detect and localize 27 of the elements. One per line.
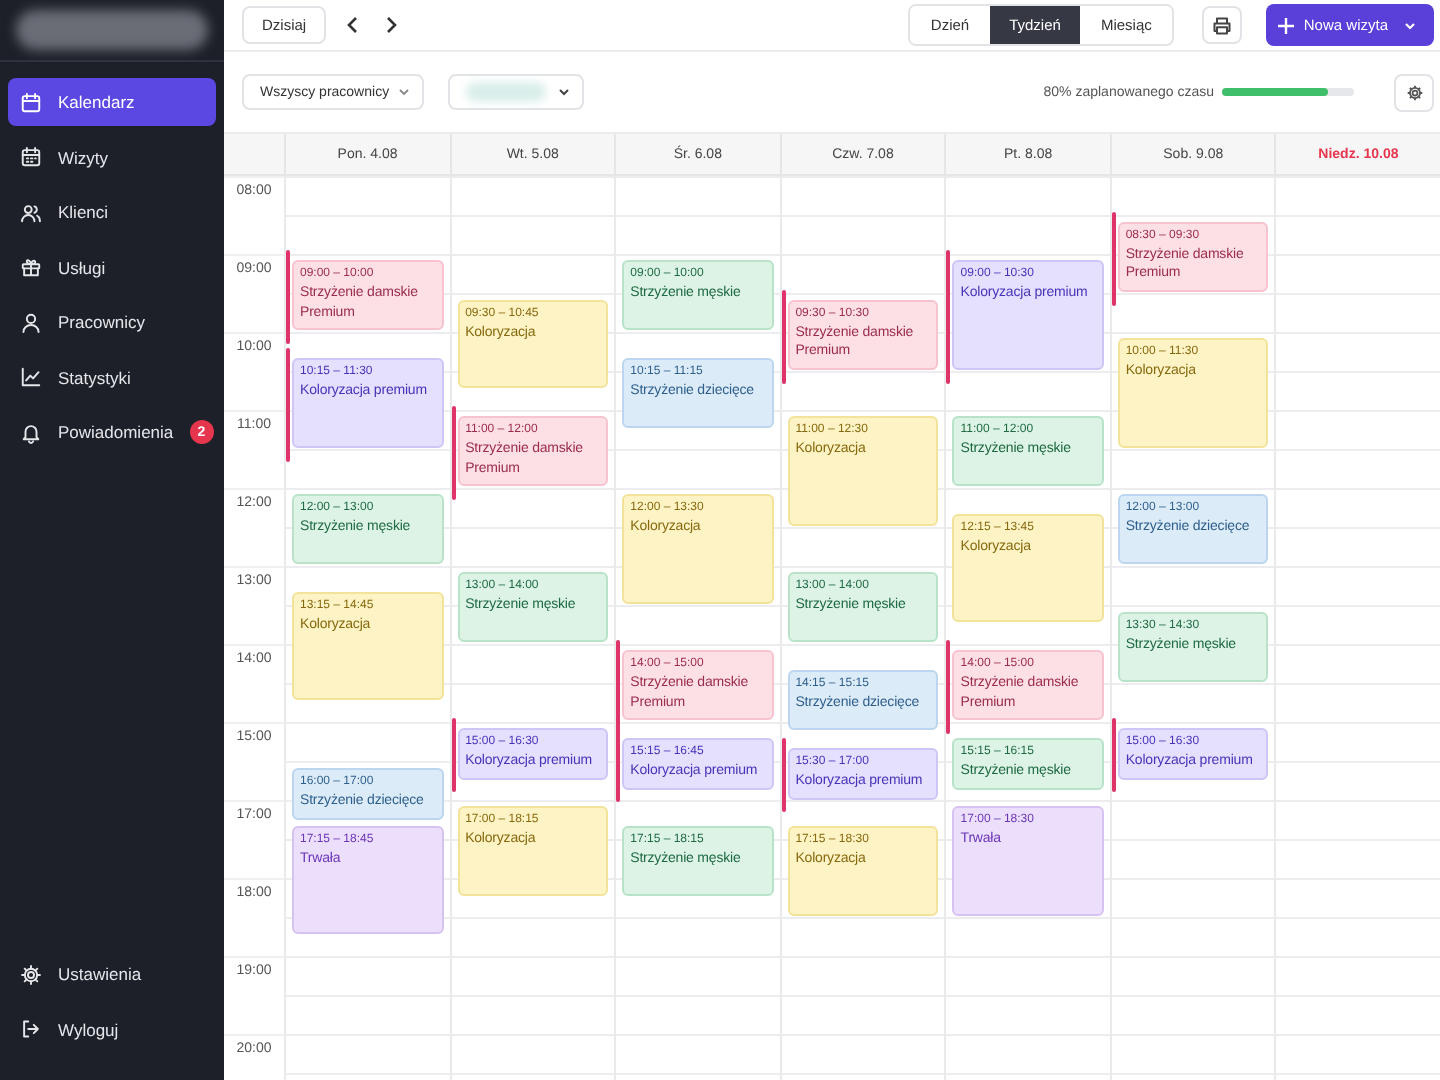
printer-icon [1211, 15, 1232, 35]
sidebar-item[interactable]: Usługi [8, 243, 216, 291]
user-icon [20, 311, 42, 333]
bell-icon [20, 421, 42, 443]
chevron-left-icon [346, 16, 359, 34]
print-button[interactable] [1201, 6, 1242, 44]
sidebar-item[interactable]: Klienci [8, 188, 216, 236]
plus-icon [1277, 17, 1294, 33]
sidebar-item[interactable]: Ustawienia [8, 950, 216, 998]
users-icon [20, 201, 42, 223]
chevron-right-icon [386, 16, 399, 34]
settings-button[interactable] [1394, 73, 1434, 111]
settings-icon [1405, 83, 1423, 101]
sidebar-item[interactable]: Wyloguj [8, 1005, 216, 1053]
caret-icon [397, 88, 410, 96]
gift-icon [20, 256, 42, 278]
utilization-bar [1222, 88, 1354, 96]
sidebar-item[interactable]: Wizyty [8, 133, 216, 181]
calendar-icon [20, 146, 42, 168]
line-chart-icon [20, 366, 42, 388]
calendar-icon [20, 91, 42, 113]
sidebar-item[interactable]: Pracownicy [8, 298, 216, 346]
sidebar-item[interactable]: Kalendarz [8, 78, 216, 126]
settings-icon [20, 963, 42, 985]
logout-icon [20, 1018, 42, 1040]
sidebar-item[interactable]: Statystyki [8, 353, 216, 401]
caret-icon [557, 88, 570, 96]
